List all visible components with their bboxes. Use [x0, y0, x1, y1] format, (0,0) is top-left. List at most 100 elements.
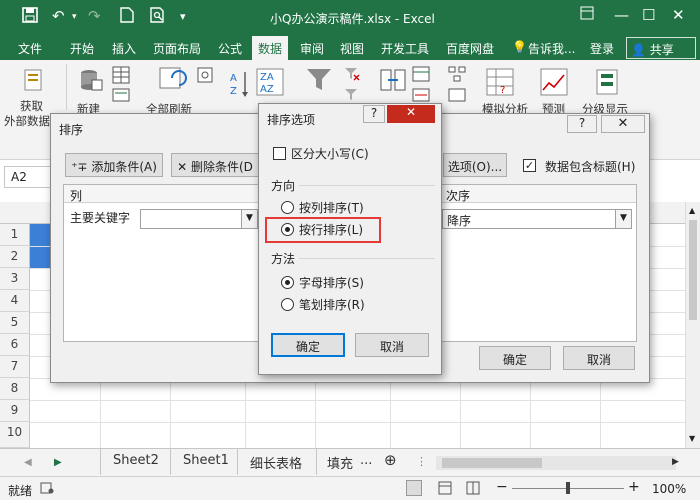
has-headers-checkbox[interactable]: ✓	[523, 159, 536, 172]
zoom-slider-thumb[interactable]	[566, 482, 570, 494]
scroll-right-icon[interactable]: ▶	[672, 457, 679, 467]
new-query-icon[interactable]	[78, 68, 103, 92]
sort-options-dialog: 排序选项 ? ✕ 区分大小写(C) 方向 按列排序(T) 按行排序(L) 方法 …	[258, 103, 442, 375]
outline-icon[interactable]	[594, 68, 618, 95]
refresh-all-icon[interactable]	[158, 64, 187, 89]
get-external-data-icon[interactable]	[22, 68, 46, 92]
sheet-hscroll-options-icon[interactable]: ⋮	[416, 455, 427, 468]
svg-text:ZA: ZA	[260, 72, 274, 83]
order-select[interactable]: 降序 ▼	[442, 209, 632, 229]
add-condition-button[interactable]: ⁺∓ 添加条件(A)	[65, 153, 163, 177]
row-header[interactable]: 2	[0, 246, 30, 268]
tab-home[interactable]: 开始	[70, 40, 94, 57]
row-header[interactable]: 8	[0, 378, 30, 400]
delete-condition-button[interactable]: ✕ 删除条件(D	[171, 153, 259, 177]
new-doc-icon[interactable]	[120, 7, 134, 27]
scroll-down-icon[interactable]: ▼	[689, 434, 695, 443]
tab-page-layout[interactable]: 页面布局	[153, 40, 201, 57]
by-row-radio[interactable]	[281, 223, 294, 236]
row-header[interactable]: 4	[0, 290, 30, 312]
sheet-tab-fill[interactable]: 填充	[327, 453, 353, 472]
consolidate-icon[interactable]	[448, 66, 472, 90]
sign-in-link[interactable]: 登录	[590, 40, 614, 57]
connections-icon[interactable]	[196, 66, 220, 90]
zoom-level[interactable]: 100%	[652, 482, 686, 496]
add-sheet-icon[interactable]: ⊕	[384, 451, 397, 469]
undo-icon[interactable]: ↶	[52, 7, 65, 25]
sort-options-button[interactable]: 选项(O)...	[443, 153, 507, 177]
hscroll-thumb[interactable]	[442, 458, 542, 468]
redo-icon[interactable]: ↷	[88, 7, 101, 25]
tab-insert[interactable]: 插入	[112, 40, 136, 57]
tab-data[interactable]: 数据	[252, 36, 289, 60]
macro-record-icon[interactable]	[40, 481, 54, 498]
row-header[interactable]: 1	[0, 224, 30, 246]
close-icon[interactable]: ✕	[672, 6, 685, 24]
tab-baidu[interactable]: 百度网盘	[446, 40, 494, 57]
table-icon[interactable]	[112, 66, 136, 90]
sort-ok-button[interactable]: 确定	[479, 346, 551, 370]
row-header[interactable]: 9	[0, 400, 30, 422]
row-header[interactable]: 3	[0, 268, 30, 290]
forecast-sheet-icon[interactable]	[540, 68, 568, 96]
tell-me-input[interactable]: 告诉我...	[528, 40, 575, 57]
options-ok-button[interactable]: 确定	[271, 333, 345, 357]
page-break-view-icon[interactable]	[466, 481, 480, 498]
relationships-icon[interactable]	[448, 88, 472, 112]
sort-close-button[interactable]: ✕	[601, 115, 645, 133]
has-headers-label: 数据包含标题(H)	[545, 160, 636, 174]
alphabetic-radio[interactable]	[281, 276, 294, 289]
save-icon[interactable]	[22, 7, 38, 27]
options-help-button[interactable]: ?	[363, 105, 385, 123]
more-sheets-icon[interactable]: ...	[360, 453, 372, 468]
scroll-thumb[interactable]	[689, 220, 697, 320]
tab-view[interactable]: 视图	[340, 40, 364, 57]
user-icon: 👤	[631, 43, 646, 57]
filter-icon[interactable]	[306, 68, 331, 92]
row-header[interactable]: 7	[0, 356, 30, 378]
share-button[interactable]: 👤 共享	[626, 37, 696, 59]
row-header[interactable]: 6	[0, 334, 30, 356]
sort-az-icon[interactable]: AZ	[230, 70, 254, 97]
by-column-radio[interactable]	[281, 201, 294, 214]
undo-dropdown-icon[interactable]: ▾	[72, 12, 77, 22]
lightbulb-icon: 💡	[512, 40, 527, 54]
primary-key-select[interactable]: ▼	[140, 209, 258, 229]
tab-file[interactable]: 文件	[18, 40, 42, 57]
minimize-icon[interactable]: —	[614, 6, 629, 24]
page-layout-view-icon[interactable]	[438, 481, 452, 498]
horizontal-scrollbar[interactable]	[436, 456, 676, 470]
tab-developer[interactable]: 开发工具	[381, 40, 429, 57]
zoom-out-icon[interactable]: −	[496, 479, 508, 495]
options-close-button[interactable]: ✕	[387, 105, 435, 123]
clear-filter-icon[interactable]	[344, 66, 368, 90]
row-header[interactable]: 10	[0, 422, 30, 448]
zoom-in-icon[interactable]: +	[628, 479, 640, 495]
customize-qat-icon[interactable]: ▾	[180, 10, 186, 23]
text-to-columns-icon[interactable]	[380, 66, 406, 91]
sheet-tab-sheet2[interactable]: Sheet2	[113, 453, 159, 468]
print-preview-icon[interactable]	[150, 7, 166, 27]
ribbon-display-icon[interactable]	[580, 6, 594, 24]
maximize-icon[interactable]: ☐	[642, 6, 655, 24]
sheet-tab-long-table[interactable]: 细长表格	[250, 453, 302, 472]
vertical-scrollbar[interactable]: ▲ ▼	[685, 202, 700, 448]
what-if-analysis-icon[interactable]: ?	[486, 68, 514, 96]
sort-help-button[interactable]: ?	[567, 115, 597, 133]
sort-cancel-button[interactable]: 取消	[563, 346, 635, 370]
prev-sheet-icon[interactable]: ◀	[24, 457, 32, 468]
stroke-radio[interactable]	[281, 298, 294, 311]
tab-review[interactable]: 审阅	[300, 40, 324, 57]
case-sensitive-checkbox[interactable]	[273, 147, 286, 160]
recent-sources-icon[interactable]	[112, 88, 136, 112]
sort-icon[interactable]: ZA AZ	[256, 68, 284, 96]
next-sheet-icon[interactable]: ▶	[54, 457, 62, 468]
tab-formulas[interactable]: 公式	[218, 40, 242, 57]
svg-text:AZ: AZ	[260, 84, 274, 95]
flash-fill-icon[interactable]	[412, 66, 436, 90]
normal-view-icon[interactable]	[406, 480, 422, 496]
options-cancel-button[interactable]: 取消	[355, 333, 429, 357]
row-header[interactable]: 5	[0, 312, 30, 334]
scroll-up-icon[interactable]: ▲	[689, 206, 695, 215]
sheet-tab-sheet1[interactable]: Sheet1	[183, 453, 229, 468]
